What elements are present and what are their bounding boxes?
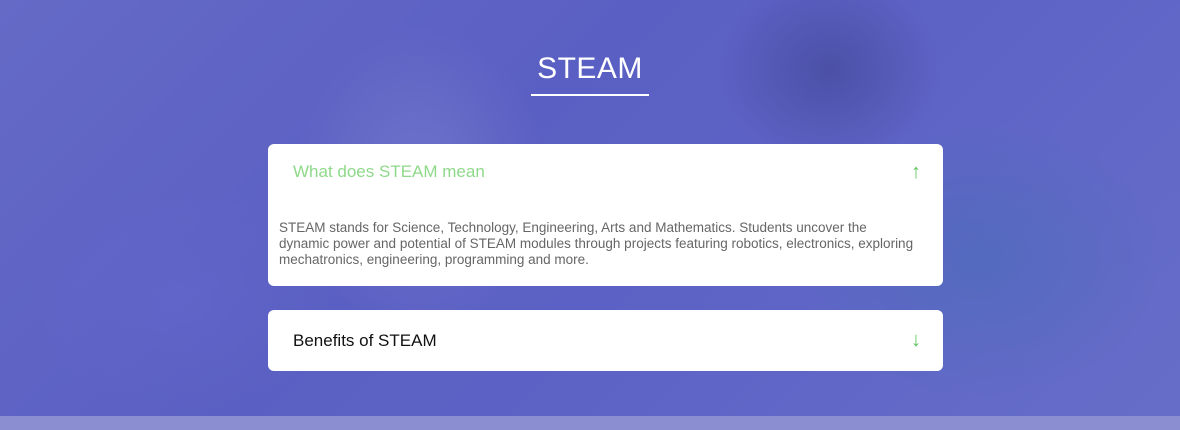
arrow-down-icon[interactable]: ↓ <box>911 329 921 352</box>
section-title-wrapper: STEAM <box>0 52 1180 96</box>
accordion-item-steam-meaning: What does STEAM mean ↑ STEAM stands for … <box>268 144 943 286</box>
arrow-up-icon[interactable]: ↑ <box>911 161 921 184</box>
hero-background: STEAM What does STEAM mean ↑ STEAM stand… <box>0 0 1180 416</box>
bottom-band <box>0 416 1180 430</box>
accordion-answer: STEAM stands for Science, Technology, En… <box>279 220 914 267</box>
accordion-question: What does STEAM mean <box>293 162 485 181</box>
accordion-item-benefits: Benefits of STEAM ↓ <box>268 310 943 371</box>
section-title: STEAM <box>531 52 649 96</box>
accordion-header-steam-meaning[interactable]: What does STEAM mean ↑ <box>268 144 943 200</box>
accordion-header-benefits[interactable]: Benefits of STEAM ↓ <box>268 310 943 371</box>
accordion-question: Benefits of STEAM <box>293 330 437 350</box>
